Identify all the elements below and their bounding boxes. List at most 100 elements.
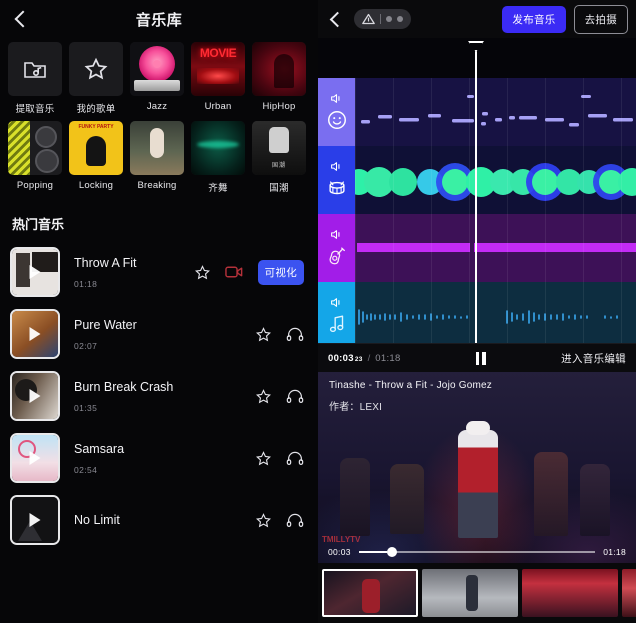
category-label: 齐舞 bbox=[208, 180, 227, 194]
drum-track-label[interactable] bbox=[318, 146, 355, 214]
visualize-button[interactable]: 可视化 bbox=[258, 260, 304, 285]
filmstrip[interactable] bbox=[318, 563, 636, 623]
category-row-2: Popping FUNKY PARTY Locking Breaking bbox=[8, 121, 310, 194]
lane-grid bbox=[355, 282, 636, 343]
category-jazz[interactable]: Jazz bbox=[130, 42, 184, 115]
vocal-lane[interactable] bbox=[355, 282, 636, 343]
category-label: HipHop bbox=[263, 101, 296, 112]
drum-icon bbox=[326, 177, 348, 199]
guitar-track-label[interactable] bbox=[318, 214, 355, 282]
song-list: Throw A Fit 01:18 可视化 bbox=[0, 241, 318, 551]
melody-track[interactable] bbox=[318, 78, 636, 146]
headphones-icon[interactable] bbox=[286, 512, 304, 528]
play-icon bbox=[30, 265, 41, 279]
music-library-panel: 音乐库 提取音乐 bbox=[0, 0, 318, 623]
category-label: 我的歌单 bbox=[77, 101, 116, 115]
vocal-track-label[interactable] bbox=[318, 282, 355, 343]
folder-music-icon bbox=[8, 42, 62, 96]
favorite-star-icon[interactable] bbox=[255, 388, 272, 405]
category-urban[interactable]: MOVIE Urban bbox=[191, 42, 245, 115]
speaker-icon[interactable] bbox=[330, 229, 343, 240]
song-meta: Pure Water 02:07 bbox=[74, 318, 255, 351]
category-qiwu[interactable]: 齐舞 bbox=[191, 121, 245, 194]
filmstrip-frame-2[interactable] bbox=[422, 569, 518, 617]
dancer-figure bbox=[340, 458, 370, 536]
drum-lane[interactable] bbox=[355, 146, 636, 214]
vocal-track[interactable] bbox=[318, 282, 636, 343]
play-icon bbox=[30, 451, 41, 465]
song-actions: 可视化 bbox=[194, 260, 308, 285]
song-actions bbox=[255, 450, 308, 467]
song-thumbnail[interactable] bbox=[10, 247, 60, 297]
song-actions bbox=[255, 512, 308, 529]
speaker-icon[interactable] bbox=[330, 161, 343, 172]
bw-vase-thumb: 国潮 bbox=[252, 121, 306, 175]
song-title: No Limit bbox=[74, 513, 255, 527]
list-item[interactable]: Pure Water 02:07 bbox=[10, 303, 308, 365]
headphones-icon[interactable] bbox=[286, 388, 304, 404]
song-thumbnail[interactable] bbox=[10, 309, 60, 359]
speaker-icon[interactable] bbox=[330, 297, 343, 308]
list-item[interactable]: Burn Break Crash 01:35 bbox=[10, 365, 308, 427]
editor-header: 发布音乐 去拍摄 bbox=[318, 0, 636, 38]
smiley-face-icon bbox=[326, 109, 348, 131]
lane-grid bbox=[355, 146, 636, 214]
dancer-figure bbox=[534, 452, 568, 536]
category-label: 国潮 bbox=[269, 180, 288, 194]
song-thumbnail[interactable] bbox=[10, 371, 60, 421]
favorite-star-icon[interactable] bbox=[255, 326, 272, 343]
favorite-star-icon[interactable] bbox=[194, 264, 211, 281]
guitar-track[interactable] bbox=[318, 214, 636, 282]
list-item[interactable]: No Limit bbox=[10, 489, 308, 551]
go-shoot-button[interactable]: 去拍摄 bbox=[574, 5, 628, 34]
status-dot bbox=[386, 16, 392, 22]
category-popping[interactable]: Popping bbox=[8, 121, 62, 194]
category-extract-music[interactable]: 提取音乐 bbox=[8, 42, 62, 115]
drum-track[interactable] bbox=[318, 146, 636, 214]
category-locking[interactable]: FUNKY PARTY Locking bbox=[69, 121, 123, 194]
preview-text-block: Tinashe - Throw a Fit - Jojo Gomez 作者：LE… bbox=[329, 380, 492, 413]
chevron-left-icon[interactable] bbox=[326, 9, 346, 29]
preview-scrubber[interactable]: 00:03 01:18 bbox=[318, 547, 636, 557]
chevron-left-icon[interactable] bbox=[10, 8, 32, 30]
category-label: Popping bbox=[17, 180, 53, 191]
scrub-handle[interactable] bbox=[387, 547, 397, 557]
music-note-icon bbox=[326, 313, 348, 335]
favorite-star-icon[interactable] bbox=[255, 450, 272, 467]
headphones-icon[interactable] bbox=[286, 326, 304, 342]
favorite-star-icon[interactable] bbox=[255, 512, 272, 529]
app-logo-badge[interactable] bbox=[354, 9, 411, 29]
melody-lane[interactable] bbox=[355, 78, 636, 146]
lane-grid bbox=[355, 214, 636, 282]
enter-music-edit-button[interactable]: 进入音乐编辑 bbox=[561, 351, 626, 366]
category-breaking[interactable]: Breaking bbox=[130, 121, 184, 194]
headphones-icon[interactable] bbox=[286, 450, 304, 466]
guitar-lane[interactable] bbox=[355, 214, 636, 282]
list-item[interactable]: Samsara 02:54 bbox=[10, 427, 308, 489]
playhead[interactable] bbox=[475, 50, 477, 343]
song-thumbnail[interactable] bbox=[10, 495, 60, 545]
filmstrip-frame-3[interactable] bbox=[522, 569, 618, 617]
list-item[interactable]: Throw A Fit 01:18 可视化 bbox=[10, 241, 308, 303]
scrub-track[interactable] bbox=[359, 551, 595, 553]
time-separator: / bbox=[368, 353, 371, 364]
video-preview[interactable]: Tinashe - Throw a Fit - Jojo Gomez 作者：LE… bbox=[318, 372, 636, 563]
pause-icon[interactable] bbox=[476, 352, 486, 365]
filmstrip-frame-1[interactable] bbox=[322, 569, 418, 617]
song-duration: 02:07 bbox=[74, 341, 255, 351]
preview-title: Tinashe - Throw a Fit - Jojo Gomez bbox=[329, 380, 492, 391]
category-hiphop[interactable]: HipHop bbox=[252, 42, 306, 115]
video-camera-icon[interactable] bbox=[225, 265, 244, 279]
current-time: 00:0323 bbox=[328, 353, 363, 364]
filmstrip-frame-4[interactable] bbox=[622, 569, 636, 617]
publish-music-button[interactable]: 发布音乐 bbox=[502, 6, 565, 33]
category-guochao[interactable]: 国潮 国潮 bbox=[252, 121, 306, 194]
music-timeline[interactable] bbox=[318, 38, 636, 343]
song-thumbnail[interactable] bbox=[10, 433, 60, 483]
speaker-icon[interactable] bbox=[330, 93, 343, 104]
melody-track-label[interactable] bbox=[318, 78, 355, 146]
page-title: 音乐库 bbox=[0, 9, 318, 30]
song-title: Throw A Fit bbox=[74, 256, 194, 270]
category-my-playlist[interactable]: 我的歌单 bbox=[69, 42, 123, 115]
hot-music-section-title: 热门音乐 bbox=[0, 200, 318, 241]
